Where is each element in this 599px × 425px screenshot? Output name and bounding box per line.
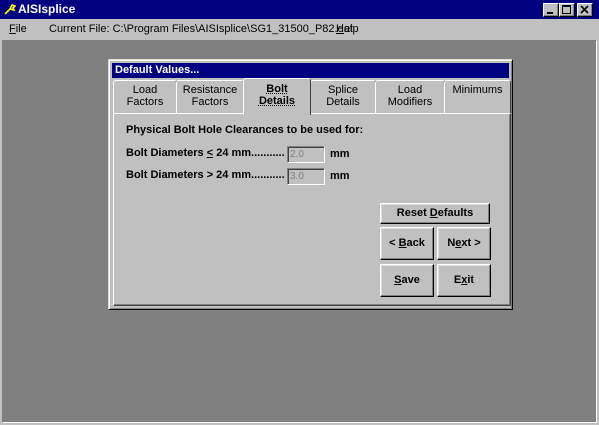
unit-label: mm xyxy=(330,148,350,160)
next-button[interactable]: Next > xyxy=(437,227,491,260)
bolt-diameter-small-label: Bolt Diameters < 24 mm........... xyxy=(126,147,285,159)
tab-label: Minimums xyxy=(452,84,503,96)
minimize-icon xyxy=(547,12,553,14)
tab-label: Load Modifiers xyxy=(387,84,433,108)
clearance-small-input[interactable]: 2.0 xyxy=(287,146,325,163)
tab-label: Resistance Factors xyxy=(182,84,238,108)
unit-label: mm xyxy=(330,170,350,182)
tab-label: Bolt Details xyxy=(258,83,296,107)
tab-load-modifiers[interactable]: Load Modifiers xyxy=(375,80,445,113)
clearance-large-input[interactable]: 3.0 xyxy=(287,168,325,185)
tab-splice-details[interactable]: Splice Details xyxy=(310,80,376,113)
clearances-heading: Physical Bolt Hole Clearances to be used… xyxy=(126,124,364,136)
menu-bar: File Current File: C:\Program Files\AISI… xyxy=(0,19,599,38)
tab-load-factors[interactable]: Load Factors xyxy=(113,80,177,113)
minimize-button[interactable] xyxy=(543,3,559,17)
reset-defaults-button[interactable]: Reset Defaults xyxy=(380,203,490,224)
close-icon xyxy=(580,5,589,14)
wrench-icon[interactable] xyxy=(3,3,17,16)
maximize-button[interactable] xyxy=(559,3,575,17)
tab-resistance-factors[interactable]: Resistance Factors xyxy=(176,80,244,113)
back-button[interactable]: < Back xyxy=(380,227,434,260)
save-button[interactable]: Save xyxy=(380,264,434,297)
app-title: AISIsplice xyxy=(18,2,76,16)
tab-label: Splice Details xyxy=(326,84,360,108)
app-titlebar: AISIsplice xyxy=(0,0,599,19)
menu-file[interactable]: File xyxy=(9,23,27,35)
tab-label: Load Factors xyxy=(126,84,164,108)
close-button[interactable] xyxy=(577,3,593,17)
dialog-title: Default Values... xyxy=(115,64,200,76)
tab-minimums[interactable]: Minimums xyxy=(444,80,511,113)
bolt-diameter-large-label: Bolt Diameters > 24 mm........... xyxy=(126,169,285,181)
menu-help[interactable]: Help xyxy=(336,23,359,35)
current-file-path: Current File: C:\Program Files\AISIsplic… xyxy=(49,23,353,35)
maximize-icon xyxy=(562,5,571,14)
tab-bolt-details[interactable]: Bolt Details xyxy=(243,78,311,115)
exit-button[interactable]: Exit xyxy=(437,264,491,297)
dialog-titlebar[interactable]: Default Values... xyxy=(112,63,509,78)
